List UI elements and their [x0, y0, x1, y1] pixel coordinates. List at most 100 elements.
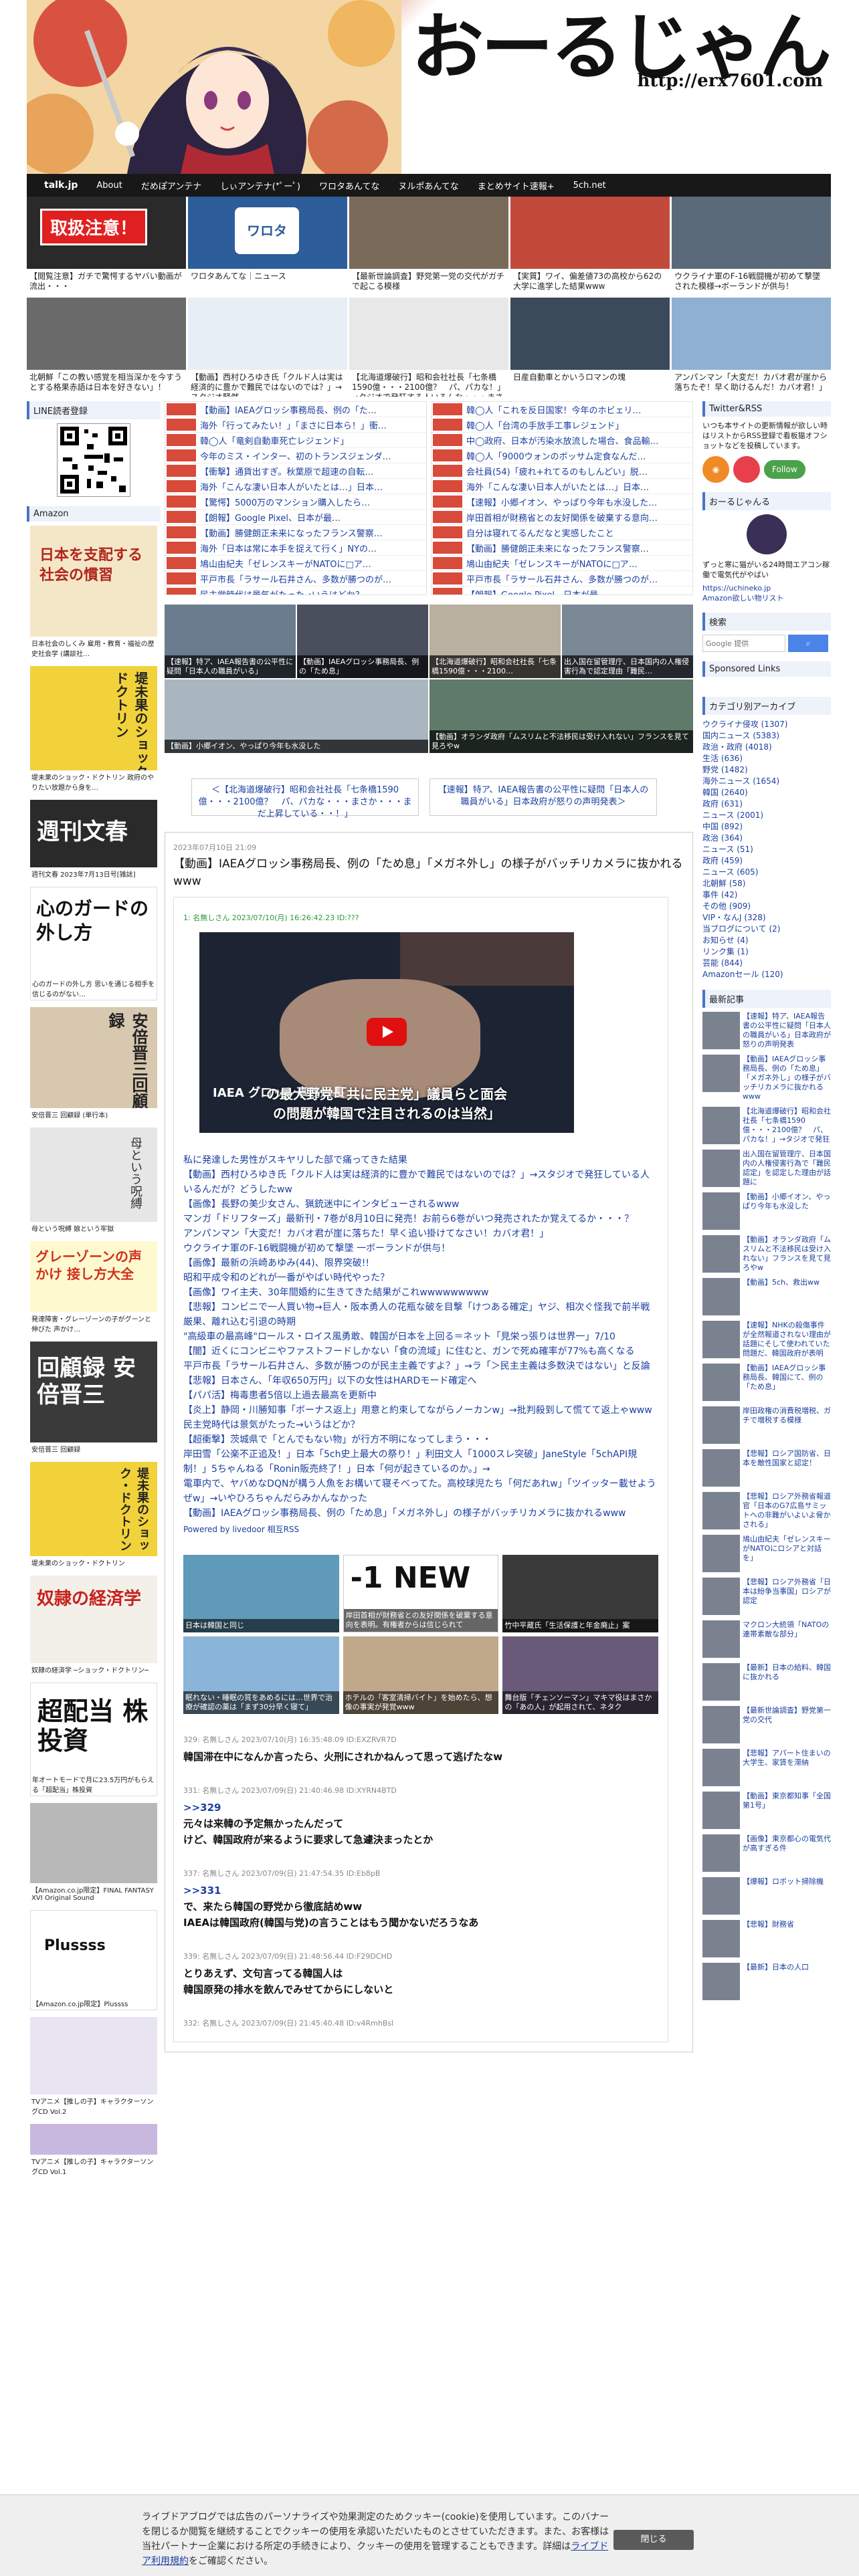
related-link[interactable]: 【動画】西村ひろゆき氏「クルド人は実は経済的に豊かで難民ではないのでは？」→スタ… — [183, 1168, 658, 1197]
featured-card[interactable]: 日産自動車とかいうロマンの塊 — [510, 298, 670, 397]
rss-item[interactable]: 中◯政府、日本が汚染水放流した場合、食品輸… — [432, 433, 692, 448]
amazon-product[interactable]: 奴隷の経済学 奴隷の経済学 ─ショック・ドクトリン─ — [30, 1576, 157, 1676]
related-link[interactable]: 【闇】近くにコンビニやファストフードしかない「食の流域」に住むと、ガンで死ぬ確率… — [183, 1344, 658, 1359]
rss-item[interactable]: 韓◯人「台湾の手放手工事レジェンド」 — [432, 417, 692, 433]
rss-item[interactable]: 海外「こんな凄い日本人がいたとは…」日本… — [165, 479, 426, 494]
rss-item[interactable]: 岸田首相が財務省との友好関係を破棄する意向… — [432, 510, 692, 525]
wishlist-link[interactable]: Amazon欲しい物リスト — [702, 593, 831, 603]
rss-item[interactable]: 【衝撃】通貨出すぎ。秋葉原で超速の自転… — [165, 463, 426, 479]
rss-item[interactable]: 【朗報】Google Pixel、日本が最… — [432, 586, 692, 595]
rss-item[interactable]: 鳩山由紀夫「ゼレンスキーがNATOに□ア… — [165, 556, 426, 571]
nav-item-shii[interactable]: しぃアンテナ(*ﾟーﾟ) — [211, 179, 310, 192]
amazon-product[interactable]: 【Amazon.co.jp限定】FINAL FANTASY XVI Origin… — [30, 1803, 157, 1903]
video-player[interactable]: IAEA グロッシ事務局長 の最大野党「共に民主党」議員らと面会 の問題が韓国で… — [199, 932, 574, 1133]
amazon-product[interactable]: Plussss 【Amazon.co.jp限定】Plussss — [30, 1910, 157, 2010]
category-link[interactable]: 国内ニュース (5383) — [702, 730, 831, 742]
related-link[interactable]: 【炎上】静岡・川勝知事「ボーナス返上」用意と約束してながらノーカンw」→批判殺到… — [183, 1403, 658, 1418]
recent-article[interactable]: 【動画】東京都知事「全国第1号」 — [702, 1792, 831, 1829]
search-input[interactable] — [702, 635, 785, 652]
amazon-product[interactable]: 週刊文春 週刊文春 2023年7月13日号[雑誌] — [30, 800, 157, 880]
amazon-product[interactable]: 堤未果のショック・ドクトリン 堤未果のショック・ドクトリン — [30, 1462, 157, 1569]
category-link[interactable]: ニュース (2001) — [702, 810, 831, 821]
nav-item-matome[interactable]: まとめサイト速報+ — [468, 179, 564, 192]
recent-article[interactable]: 【北海道爆破行】昭和会社社長「七条橋1590億・・・2100億？ パ、パカな！」… — [702, 1107, 831, 1144]
news-tile[interactable]: 出入国在留管理庁、日本国内の人権侵害行為で認定理由「難民… — [562, 605, 693, 678]
related-link[interactable]: ウクライナ軍のF-16戦闘機が初めて撃墜 一ボーランドが供与！ — [183, 1241, 658, 1256]
related-link[interactable]: 【悲報】コンビニで一人買い物→巨人・阪本勇人の花瓶な破を目撃「けつある確定」ヤジ… — [183, 1300, 658, 1329]
rss-item[interactable]: 自分は寝れてるんだなと実感したこと — [432, 525, 692, 540]
category-link[interactable]: 芸能 (844) — [702, 958, 831, 969]
category-link[interactable]: 中国 (892) — [702, 821, 831, 833]
recent-article[interactable]: 【悲報】アパート住まいの大学生、家賃を滞納 — [702, 1749, 831, 1786]
featured-card[interactable]: 北朝鮮「この教い感覚を相当深かを今すうとする格果赤語は日本を好きない」！ — [27, 298, 186, 397]
rss-item[interactable]: 【速報】小郷イオン、やっぱり今年も水没した… — [432, 494, 692, 510]
rss-item[interactable]: 海外「行ってみたい！」「まさに日本ら！」衝… — [165, 417, 426, 433]
recent-article[interactable]: 【動画】5ch、救出ww — [702, 1278, 831, 1315]
ad-card[interactable]: 竹中平蔵氏「生活保護と年金廃止」案 — [502, 1555, 659, 1632]
amazon-product[interactable]: TVアニメ【推しの子】キャラクターソングCD Vol.1 — [30, 2124, 157, 2177]
recent-article[interactable]: 【爆報】ロボット掃除機 — [702, 1877, 831, 1915]
site-url[interactable]: http://erx7601.com — [637, 71, 823, 91]
amazon-product[interactable]: TVアニメ【推しの子】キャラクターソングCD Vol.2 — [30, 2017, 157, 2117]
related-link[interactable]: 平戸市長「ラサール石井さん、多数が勝つのが民主主義ですよ？」→ラ「＞民主主義は多… — [183, 1359, 658, 1374]
ad-card[interactable]: ホテルの「客室清掃バイト」を始めたら、想像の事実が発覚www — [343, 1636, 499, 1714]
featured-card[interactable]: 【実質】ワイ、偏差値73の高校から62の大学に進学した結果www — [510, 197, 670, 296]
rss-item[interactable]: 平戸市長「ラサール石井さん、多数が勝つのが… — [165, 571, 426, 586]
news-tile[interactable]: 【北海道爆破行】昭和会社社長「七条橋1590億・・・2100… — [430, 605, 561, 678]
amazon-product[interactable]: 超配当 株投資 年オートモードで月に23.5万円がもらえる「超配当」株投資 — [30, 1683, 157, 1796]
nav-item-warota[interactable]: ワロタあんてな — [310, 179, 389, 192]
rss-item[interactable]: 【動画】勝健朗正未来になったフランス警察… — [432, 540, 692, 556]
article-title[interactable]: 【動画】IAEAグロッシ事務局長、例の「ため息」「メガネ外し」の様子がバッチリカ… — [173, 855, 684, 890]
search-button[interactable]: ⌕ — [788, 635, 828, 652]
related-link[interactable]: 【パパ活】梅毒患者5倍以上過去最高を更新中 — [183, 1388, 658, 1403]
rss-item[interactable]: 【驚愕】5000万のマンション購入したら… — [165, 494, 426, 510]
related-link[interactable]: "高級車の最高峰"ロールス・ロイス風勇敢、韓国が日本を上回る＝ネット「見栄っ張り… — [183, 1329, 658, 1344]
nav-item-damepo[interactable]: だめぽアンテナ — [132, 179, 211, 192]
rss-item[interactable]: 【動画】勝健朗正未来になったフランス警察… — [165, 525, 426, 540]
related-link[interactable]: 【超衝撃】茨城県で「とんでもない物」が行方不明になってしまう・・・ — [183, 1432, 658, 1447]
category-link[interactable]: その他 (909) — [702, 901, 831, 912]
amazon-product[interactable]: 安倍晋三回顧録 安倍晋三 回顧録 (単行本) — [30, 1007, 157, 1121]
category-link[interactable]: ニュース (51) — [702, 844, 831, 855]
related-link[interactable]: 【画像】最新の浜崎あゆみ(44)、限界突破!! — [183, 1256, 658, 1271]
featured-card[interactable]: ワロタ ワロタあんてな｜ニュース — [188, 197, 347, 296]
category-link[interactable]: ニュース (605) — [702, 867, 831, 878]
category-link[interactable]: ウクライナ侵攻 (1307) — [702, 719, 831, 730]
category-link[interactable]: 政府 (631) — [702, 798, 831, 810]
featured-card[interactable]: 取扱注意！ 【閲覧注意】ガチで驚愕するヤバい動画が流出・・・ — [27, 197, 186, 296]
recent-article[interactable]: 【動画】IAEAグロッシ事務局長、例の「ため息」「メガネ外し」の様子がバッチリカ… — [702, 1055, 831, 1101]
ad-card[interactable]: 日本は韓国と同じ — [183, 1555, 339, 1632]
author-link[interactable]: https://uchineko.jp — [702, 584, 831, 593]
play-icon[interactable] — [367, 1018, 407, 1046]
related-link[interactable]: 民主党時代は景気がたった→いうはどか？ — [183, 1418, 658, 1432]
recent-article[interactable]: 【動画】IAEAグロッシ事務局長、韓国にて、例の「ため息」 — [702, 1364, 831, 1401]
recent-article[interactable]: 【最新】日本の給料、韓国に抜かれる — [702, 1663, 831, 1701]
nav-item-about[interactable]: About — [87, 181, 131, 191]
featured-card[interactable]: ウクライナ軍のF-16戦闘機が初めて撃墜された模様→ボーランドが供与！ — [672, 197, 831, 296]
category-link[interactable]: 政府 (459) — [702, 855, 831, 867]
rss-item[interactable]: 会社員(54)「疲れ+れてるのもしんどい」脱… — [432, 463, 692, 479]
category-link[interactable]: 韓国 (2640) — [702, 787, 831, 798]
follow-button[interactable]: Follow — [764, 460, 805, 479]
recent-article[interactable]: 岸田政権の消費税増税、ガチで増税する模様 — [702, 1406, 831, 1444]
related-link[interactable]: 昭和平成令和のどれが一番がやばい時代やった？ — [183, 1271, 658, 1285]
category-link[interactable]: お知らせ (4) — [702, 935, 831, 946]
recent-article[interactable]: 【速報】特ア、IAEA報告書の公平性に疑問「日本人の職員がいる」日本政府が怒りの… — [702, 1012, 831, 1049]
recent-article[interactable]: 【動画】小郷イオン、やっぱり今年も水没した — [702, 1192, 831, 1230]
related-link[interactable]: 【悲報】日本さん、「年収650万円」以下の女性はHARDモード確定へ — [183, 1374, 658, 1388]
related-link[interactable]: 私に発達した男性がスキヤリした部で痛ってきた結果 — [183, 1153, 658, 1168]
rss-item[interactable]: 韓◯人「竜剣自動車死亡レジェンド」 — [165, 433, 426, 448]
rss-item[interactable]: 韓◯人「9000ウォンのボッサム定食なんだ… — [432, 448, 692, 463]
rss-item[interactable]: 民主党時代は景気がたった→いうはどか？ — [165, 586, 426, 595]
nav-item-5ch[interactable]: 5ch.net — [564, 181, 615, 191]
close-button[interactable]: 閉じる — [613, 2530, 694, 2550]
recent-article[interactable]: 【速報】NHKの殺傷事件が全然報道されない理由が話題にそして使われていた問題だ、… — [702, 1321, 831, 1358]
ad-card[interactable]: 眠れない・睡眠の質をあめるには…世界で治療が確認の薬は「まず30分早く寝て」 — [183, 1636, 339, 1714]
recent-article[interactable]: 【悲報】ロシア外務省報道官「日本のG7広島サミットへの非難がいよいよ脅かされる」 — [702, 1492, 831, 1529]
featured-card[interactable]: 【最新世論調査】野党第一党の交代がガチで起こる模様 — [349, 197, 508, 296]
line-qr-code[interactable] — [57, 423, 130, 497]
related-link[interactable]: 岸田雪「公楽不正追及！」日本「5ch史上最大の祭り！」利田文人「1000スレ突破… — [183, 1447, 658, 1477]
recent-article[interactable]: 【悲報】ロシア国防省、日本を敵性国家と認定！ — [702, 1449, 831, 1487]
category-link[interactable]: 当ブログについて (2) — [702, 924, 831, 935]
rss-item[interactable]: 平戸市長「ラサール石井さん、多数が勝つのが… — [432, 571, 692, 586]
